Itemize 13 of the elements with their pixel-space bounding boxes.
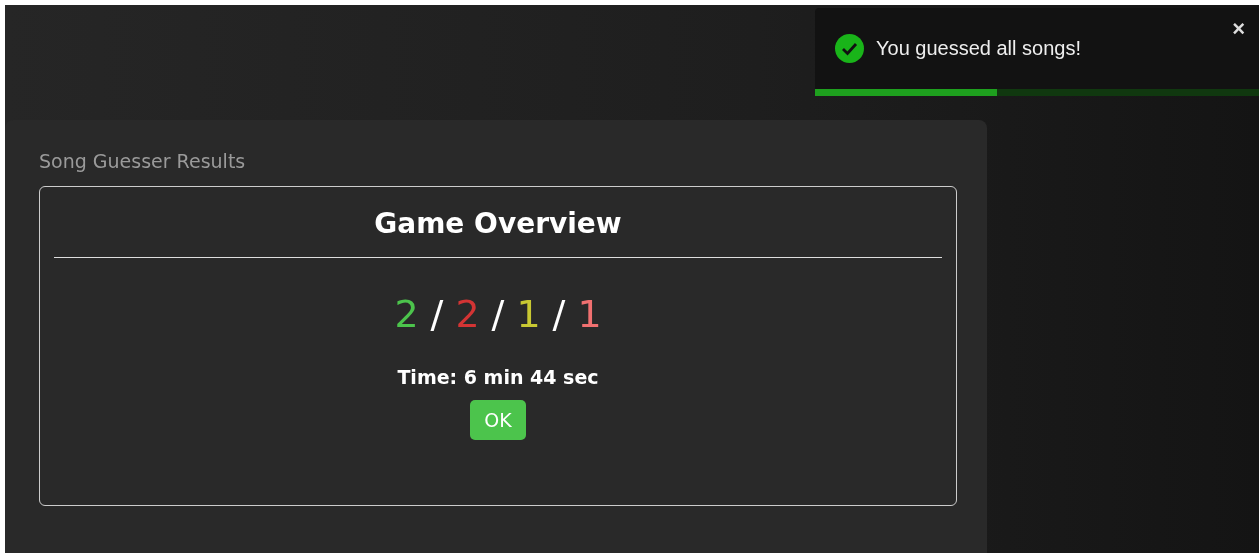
close-icon[interactable]: ×	[1232, 16, 1245, 42]
score-number: 1	[516, 292, 541, 336]
score-number: 2	[394, 292, 419, 336]
check-icon	[835, 33, 864, 63]
separator: /	[552, 292, 566, 336]
separator: /	[430, 292, 444, 336]
time-text: Time: 6 min 44 sec	[397, 366, 599, 388]
card-heading: Game Overview	[374, 207, 622, 240]
score-number: 1	[577, 292, 602, 336]
separator: /	[491, 292, 505, 336]
score-number: 2	[455, 292, 480, 336]
panel-title: Song Guesser Results	[39, 150, 246, 172]
toast-message: You guessed all songs!	[876, 36, 1081, 60]
